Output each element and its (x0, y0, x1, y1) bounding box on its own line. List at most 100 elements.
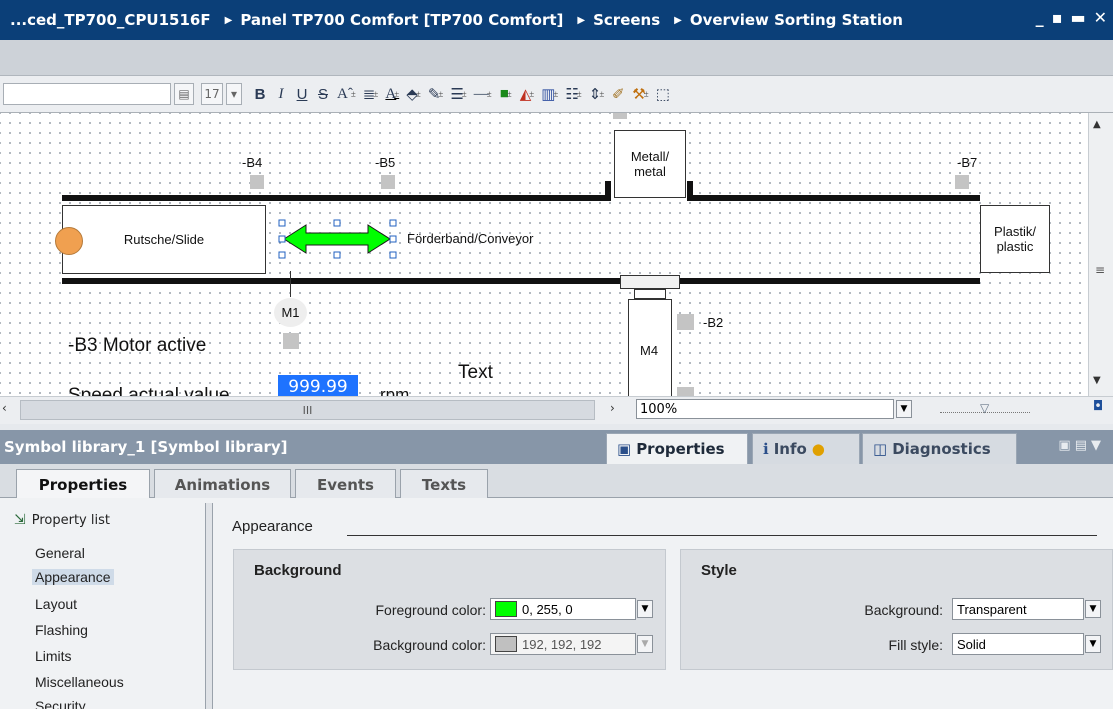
close-icon[interactable]: ✕ (1094, 8, 1107, 27)
format-toolbar: ▤ 17 ▾ B I U S Aˆ ± ≣ ± A ± ⬘ ± ✎ ± ☰ ± — ± ■ ± … (0, 76, 1113, 113)
properties-icon: ▣ (617, 440, 632, 458)
scroll-up-icon[interactable]: ▲ (1093, 119, 1101, 130)
nav-limits[interactable]: Limits (35, 648, 72, 664)
nav-general[interactable]: General (35, 545, 85, 561)
breadcrumb-separator-icon: ▶ (674, 14, 682, 26)
nav-flashing[interactable]: Flashing (35, 622, 88, 638)
breadcrumb-screens[interactable]: Screens (593, 11, 660, 29)
breadcrumb-project[interactable]: ...ced_TP700_CPU1516F (10, 11, 211, 29)
foreground-color-swatch (495, 601, 517, 617)
zoom-dropdown-icon[interactable]: ▼ (896, 400, 912, 418)
foreground-color-field[interactable]: 0, 255, 0 (490, 598, 636, 620)
m1-connector (290, 271, 291, 297)
property-navigation: ⇲ Property list General Appearance Layou… (0, 498, 205, 709)
spacing-icon[interactable]: ⇕ ± (587, 82, 607, 106)
font-family-input[interactable] (3, 83, 171, 105)
line-style-icon[interactable]: ☰ ± (448, 82, 468, 106)
maximize-icon[interactable]: ▬ (1070, 8, 1085, 27)
fill-tool-icon[interactable]: ◭ ± (518, 82, 537, 106)
text-field[interactable]: Text (458, 362, 493, 384)
horizontal-scroll-row: ‹ III › 100% ▼ ▽ ◘ (0, 396, 1113, 424)
motor-m1[interactable]: M1 (274, 298, 307, 327)
list-icon[interactable]: ☷ ± (563, 82, 583, 106)
zoom-select[interactable]: 100% (636, 399, 894, 419)
piston-head (620, 275, 680, 289)
tab-diagnostics[interactable]: ◫ Diagnostics (862, 433, 1017, 464)
motor-active-indicator (283, 333, 299, 349)
text-size-icon[interactable]: Aˆ ± (335, 82, 358, 106)
line-color-icon[interactable]: ✎ ± (426, 82, 446, 106)
speed-io-field[interactable]: 999.99 (278, 375, 358, 396)
font-size-dropdown-icon[interactable]: ▾ (226, 83, 242, 105)
bold-button[interactable]: B (251, 82, 269, 106)
navigator-icon[interactable]: ◘ (1093, 399, 1103, 414)
properties-body: ⇲ Property list General Appearance Layou… (0, 498, 1113, 709)
subtab-events[interactable]: Events (295, 469, 396, 499)
slide-box[interactable]: Rutsche/Slide (62, 205, 266, 274)
inspector-title: Symbol library_1 [Symbol library] (4, 438, 288, 456)
metal-box[interactable]: Metall/ metal (614, 130, 686, 198)
nav-splitter[interactable] (205, 503, 213, 709)
scroll-right-icon[interactable]: › (610, 401, 615, 415)
style-background-dropdown-icon[interactable]: ▼ (1085, 600, 1101, 618)
fill-style-select[interactable]: Solid (952, 633, 1084, 655)
minimize-icon[interactable]: _ (1036, 8, 1044, 27)
tab-info[interactable]: ℹ Info ● (752, 433, 860, 464)
align-icon[interactable]: ≣ ± (361, 82, 381, 106)
strikethrough-button[interactable]: S (314, 82, 332, 106)
plastic-box[interactable]: Plastik/ plastic (980, 205, 1050, 273)
scroll-grip-icon[interactable]: ≡ (1095, 263, 1105, 277)
underline-button[interactable]: U (293, 82, 311, 106)
format-tool-icon[interactable]: ⚒ ± (630, 82, 650, 106)
conveyor-post-left (605, 181, 611, 201)
sensor-label-b2: -B2 (703, 315, 724, 330)
property-list-button[interactable]: ⇲ Property list (14, 512, 110, 528)
format-painter-icon[interactable]: ✐ (609, 82, 627, 106)
background-color-field[interactable]: 192, 192, 192 (490, 633, 636, 655)
subtab-properties[interactable]: Properties (16, 469, 150, 500)
horizontal-scroll-thumb[interactable]: III (20, 400, 595, 420)
panel-window-controls[interactable]: ▣▤▼ (1058, 438, 1105, 453)
motor-m4-label: M4 (640, 343, 659, 358)
background-color-dropdown-icon[interactable]: ▼ (637, 635, 653, 653)
background-group-title: Background (254, 562, 342, 579)
piston-rod (634, 289, 666, 299)
subtab-animations[interactable]: Animations (154, 469, 291, 499)
breadcrumb-screen[interactable]: Overview Sorting Station (690, 11, 903, 29)
tab-properties[interactable]: ▣ Properties (606, 433, 748, 464)
foreground-color-dropdown-icon[interactable]: ▼ (637, 600, 653, 618)
background-color-swatch (495, 636, 517, 652)
scroll-down-icon[interactable]: ▼ (1093, 375, 1101, 386)
font-picker-button[interactable]: ▤ (174, 83, 194, 105)
selected-double-arrow[interactable] (278, 219, 398, 259)
nav-appearance[interactable]: Appearance (32, 569, 114, 585)
title-bar: ...ced_TP700_CPU1516F ▶ Panel TP700 Comf… (0, 0, 1113, 40)
nav-security[interactable]: Security (35, 698, 86, 709)
zoom-select-icon[interactable]: ⬚ (654, 82, 672, 106)
restore-icon[interactable]: ▪ (1052, 8, 1063, 27)
sensor-label-b4: -B4 (242, 155, 263, 170)
line-width-icon[interactable]: — ± (472, 82, 494, 106)
font-color-icon[interactable]: A ± (383, 82, 401, 106)
zoom-slider-handle-icon[interactable]: ▽ (980, 401, 989, 415)
nav-layout[interactable]: Layout (35, 596, 77, 612)
nav-miscellaneous[interactable]: Miscellaneous (35, 674, 124, 690)
vertical-scrollbar[interactable]: ▲ ≡ ▼ (1088, 113, 1113, 396)
sensor-b5-indicator (381, 175, 395, 189)
fill-pattern-icon[interactable]: ■ ± (497, 82, 515, 106)
info-badge-icon: ● (811, 440, 825, 458)
fill-color-icon[interactable]: ⬘ ± (404, 82, 423, 106)
breadcrumb-panel[interactable]: Panel TP700 Comfort [TP700 Comfort] (240, 11, 563, 29)
screen-canvas[interactable]: Metall/ metal -B4 -B5 -B7 Rutsche/Slide … (0, 113, 1088, 396)
bar-chart-icon[interactable]: ▥ ± (539, 82, 560, 106)
scroll-left-icon[interactable]: ‹ (2, 401, 18, 419)
window-controls: _ ▪ ▬ ✕ (1036, 8, 1107, 27)
style-background-select[interactable]: Transparent (952, 598, 1084, 620)
sensor-label-b7: -B7 (957, 155, 978, 170)
font-size-input[interactable]: 17 (201, 83, 223, 105)
editor-header-bar (0, 40, 1113, 76)
subtab-texts[interactable]: Texts (400, 469, 488, 499)
fill-style-dropdown-icon[interactable]: ▼ (1085, 635, 1101, 653)
italic-button[interactable]: I (272, 82, 290, 106)
status-lamp[interactable] (55, 227, 83, 255)
